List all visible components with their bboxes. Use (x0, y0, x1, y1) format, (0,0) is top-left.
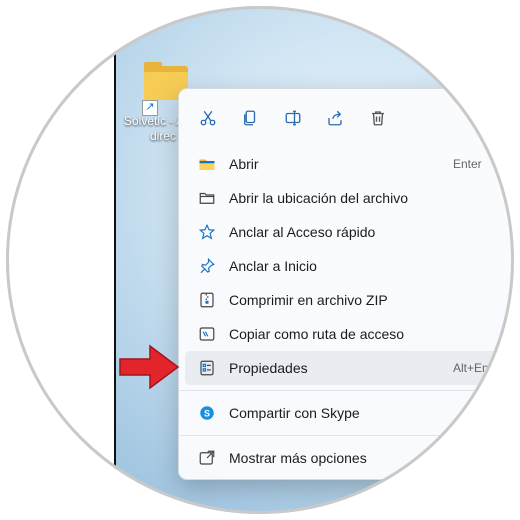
menu-item-label: Propiedades (229, 360, 308, 376)
menu-item-pin-quick-access[interactable]: Anclar al Acceso rápido (185, 215, 514, 249)
rename-button[interactable] (280, 105, 306, 131)
copy-button[interactable] (237, 105, 263, 131)
menu-item-more-options[interactable]: Mostrar más opciones (185, 441, 514, 475)
context-menu: Abrir Enter Abrir la ubicación del archi… (178, 88, 514, 480)
rename-icon (285, 110, 301, 126)
copy-icon (244, 110, 256, 126)
desktop-icon-label-line1: Solvetic - A (124, 114, 185, 128)
menu-separator (179, 390, 514, 391)
svg-text:S: S (204, 408, 210, 418)
menu-item-copy-path[interactable]: Copiar como ruta de acceso (185, 317, 514, 351)
screenshot-frame: ↗ Solvetic - A direc Abrir Enter Abrir l… (6, 6, 514, 514)
menu-item-label: Compartir con Skype (229, 405, 360, 421)
menu-item-open-location[interactable]: Abrir la ubicación del archivo (185, 181, 514, 215)
star-icon (197, 222, 217, 242)
menu-item-label: Mostrar más opciones (229, 450, 367, 466)
menu-item-pin-start[interactable]: Anclar a Inicio (185, 249, 514, 283)
delete-icon (372, 111, 384, 126)
cut-button[interactable] (195, 105, 221, 131)
more-options-icon (197, 448, 217, 468)
pin-icon (197, 256, 217, 276)
properties-icon (197, 358, 217, 378)
menu-item-properties[interactable]: Propiedades Alt+Ent (185, 351, 514, 385)
folder-open-icon (197, 154, 217, 174)
path-icon (197, 324, 217, 344)
menu-item-label: Anclar a Inicio (229, 258, 317, 274)
menu-item-shortcut: Enter (453, 157, 482, 171)
share-icon (328, 110, 342, 126)
menu-item-open[interactable]: Abrir Enter (185, 147, 514, 181)
share-button[interactable] (322, 105, 348, 131)
menu-item-label: Abrir (229, 156, 259, 172)
menu-item-label: Anclar al Acceso rápido (229, 224, 376, 240)
menu-separator (179, 435, 514, 436)
menu-item-label: Copiar como ruta de acceso (229, 326, 405, 342)
cut-icon (200, 110, 216, 126)
menu-item-compress-zip[interactable]: Comprimir en archivo ZIP (185, 283, 514, 317)
delete-button[interactable] (365, 105, 391, 131)
left-panel (6, 6, 114, 514)
skype-icon: S (197, 403, 217, 423)
context-menu-items: Abrir Enter Abrir la ubicación del archi… (179, 147, 514, 475)
red-arrow-pointer (119, 344, 180, 390)
menu-item-label: Abrir la ubicación del archivo (229, 190, 408, 206)
zip-icon (197, 290, 217, 310)
menu-item-share-skype[interactable]: S Compartir con Skype (185, 396, 514, 430)
menu-item-label: Comprimir en archivo ZIP (229, 292, 388, 308)
folder-outline-icon (197, 188, 217, 208)
menu-item-shortcut: Alt+Ent (453, 361, 493, 375)
context-menu-toolbar (179, 99, 514, 135)
